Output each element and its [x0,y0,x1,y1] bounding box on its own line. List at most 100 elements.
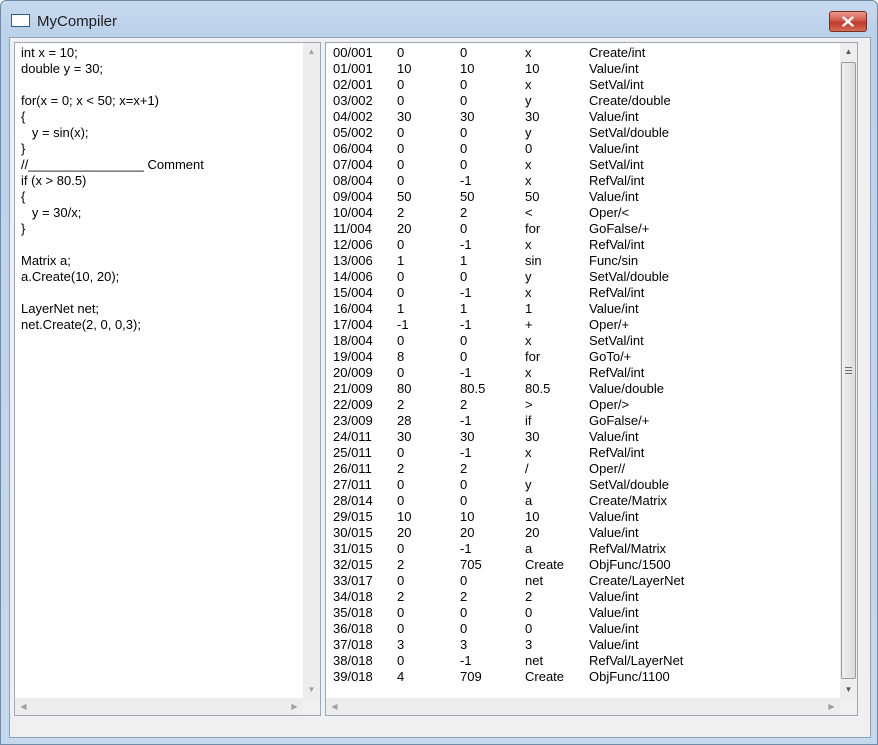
arrow-left-icon[interactable]: ◀ [15,698,32,715]
title-bar[interactable]: MyCompiler [1,1,877,35]
instr-token: a [525,541,533,556]
instr-token: x [525,285,532,300]
list-item[interactable]: 27/011 0 0 y SetVal/double [333,477,828,493]
list-item[interactable]: 19/004 8 0 for GoTo/+ [333,349,828,365]
source-vertical-scrollbar[interactable]: ▲ ▼ [303,43,320,698]
instr-index: 03/002 [333,93,373,108]
list-item[interactable]: 02/001 0 0 x SetVal/int [333,77,828,93]
list-item[interactable]: 11/004 20 0 for GoFalse/+ [333,221,828,237]
instr-op: RefVal/int [589,285,645,300]
instr-index: 39/018 [333,669,373,684]
instr-index: 05/002 [333,125,373,140]
arrow-down-icon[interactable]: ▼ [840,681,857,698]
instr-index: 11/004 [333,221,372,236]
instr-col-b: 0 [460,333,468,348]
list-item[interactable]: 08/004 0 -1 x RefVal/int [333,173,828,189]
arrow-up-icon[interactable]: ▲ [303,43,320,60]
list-item[interactable]: 37/018 3 3 3 Value/int [333,637,828,653]
instr-col-b: 0 [460,573,468,588]
instr-col-a: 0 [397,285,405,300]
instr-col-a: 50 [397,189,412,204]
list-item[interactable]: 35/018 0 0 0 Value/int [333,605,828,621]
list-item[interactable]: 29/015 10 10 10 Value/int [333,509,828,525]
app-window: MyCompiler int x = 10; double y = 30; for(… [0,0,878,745]
arrow-right-icon[interactable]: ▶ [823,698,840,715]
instr-col-b: 0 [460,269,468,284]
instr-op: SetVal/double [589,125,669,140]
list-item[interactable]: 01/001 10 10 10 Value/int [333,61,828,77]
code-line: } [21,141,26,156]
list-item[interactable]: 32/015 2 705 Create ObjFunc/1500 [333,557,828,573]
list-item[interactable]: 34/018 2 2 2 Value/int [333,589,828,605]
source-horizontal-scrollbar[interactable]: ◀ ▶ [15,698,303,715]
list-item[interactable]: 31/015 0 -1 a RefVal/Matrix [333,541,828,557]
instr-token: net [525,573,544,588]
list-item[interactable]: 14/006 0 0 y SetVal/double [333,269,828,285]
instr-op: SetVal/int [589,333,644,348]
list-item[interactable]: 09/004 50 50 50 Value/int [333,189,828,205]
list-item[interactable]: 33/017 0 0 net Create/LayerNet [333,573,828,589]
list-item[interactable]: 30/015 20 20 20 Value/int [333,525,828,541]
arrow-left-icon[interactable]: ◀ [326,698,343,715]
listing-vertical-scrollbar[interactable]: ▲ ▼ [840,43,857,698]
close-button[interactable] [829,11,867,32]
list-item[interactable]: 10/004 2 2 < Oper/< [333,205,828,221]
listing-horizontal-scrollbar[interactable]: ◀ ▶ [326,698,840,715]
instr-op: Value/int [589,637,639,652]
list-item[interactable]: 05/002 0 0 y SetVal/double [333,125,828,141]
instruction-list[interactable]: 00/001 0 0 x Create/int 01/001 10 10 10 Value/int… [333,45,828,695]
instr-op: Value/int [589,429,639,444]
instr-token: for [525,221,541,236]
list-item[interactable]: 39/018 4 709 Create ObjFunc/1100 [333,669,828,685]
list-item[interactable]: 13/006 1 1 sin Func/sin [333,253,828,269]
instr-op: SetVal/double [589,477,669,492]
list-item[interactable]: 38/018 0 -1 net RefVal/LayerNet [333,653,828,669]
instr-col-a: 1 [397,253,405,268]
close-icon [842,16,854,27]
instr-index: 22/009 [333,397,373,412]
code-line: int x = 10; [21,45,78,60]
list-item[interactable]: 25/011 0 -1 x RefVal/int [333,445,828,461]
arrow-up-icon[interactable]: ▲ [840,43,857,60]
list-item[interactable]: 17/004 -1 -1 + Oper/+ [333,317,828,333]
instr-op: Value/int [589,109,639,124]
list-item[interactable]: 22/009 2 2 > Oper/> [333,397,828,413]
instruction-listing[interactable]: 00/001 0 0 x Create/int 01/001 10 10 10 Value/int… [325,42,858,716]
source-editor[interactable]: int x = 10; double y = 30; for(x = 0; x < … [14,42,321,716]
instr-token: 20 [525,525,540,540]
list-item[interactable]: 06/004 0 0 0 Value/int [333,141,828,157]
instr-col-a: 0 [397,621,405,636]
list-item[interactable]: 03/002 0 0 y Create/double [333,93,828,109]
arrow-down-icon[interactable]: ▼ [303,681,320,698]
list-item[interactable]: 20/009 0 -1 x RefVal/int [333,365,828,381]
list-item[interactable]: 04/002 30 30 30 Value/int [333,109,828,125]
instr-col-a: 0 [397,333,405,348]
list-item[interactable]: 18/004 0 0 x SetVal/int [333,333,828,349]
instr-token: / [525,461,529,476]
arrow-right-icon[interactable]: ▶ [286,698,303,715]
scroll-thumb[interactable] [841,62,856,679]
list-item[interactable]: 07/004 0 0 x SetVal/int [333,157,828,173]
code-line: y = sin(x); [21,125,89,140]
list-item[interactable]: 28/014 0 0 a Create/Matrix [333,493,828,509]
list-item[interactable]: 23/009 28 -1 if GoFalse/+ [333,413,828,429]
instr-col-b: 0 [460,157,468,172]
instr-op: RefVal/int [589,445,645,460]
list-item[interactable]: 15/004 0 -1 x RefVal/int [333,285,828,301]
list-item[interactable]: 36/018 0 0 0 Value/int [333,621,828,637]
instr-token: 50 [525,189,540,204]
list-item[interactable]: 24/011 30 30 30 Value/int [333,429,828,445]
instr-op: Create/int [589,45,646,60]
source-code-text[interactable]: int x = 10; double y = 30; for(x = 0; x < … [21,45,301,695]
instr-token: 10 [525,61,540,76]
list-item[interactable]: 16/004 1 1 1 Value/int [333,301,828,317]
instr-token: x [525,157,532,172]
instr-col-b: 0 [460,77,468,92]
list-item[interactable]: 00/001 0 0 x Create/int [333,45,828,61]
instr-index: 37/018 [333,637,373,652]
instr-token: < [525,205,533,220]
list-item[interactable]: 26/011 2 2 / Oper// [333,461,828,477]
list-item[interactable]: 21/009 80 80.5 80.5 Value/double [333,381,828,397]
instr-op: RefVal/int [589,173,645,188]
list-item[interactable]: 12/006 0 -1 x RefVal/int [333,237,828,253]
